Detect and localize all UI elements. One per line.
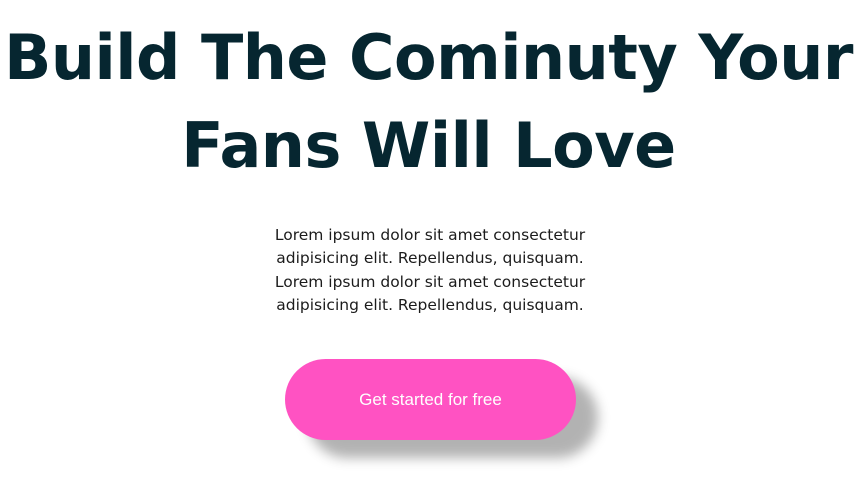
hero-description-line-1: Lorem ipsum dolor sit amet consectetur (274, 226, 586, 244)
hero-headline-line-1: Build The Cominuty Your (4, 21, 853, 94)
hero-headline: Build The Cominuty Your Fans Will Love (0, 14, 857, 190)
hero-description-line-3: Lorem ipsum dolor sit amet consectetur (274, 272, 586, 291)
get-started-button[interactable]: Get started for free (285, 359, 576, 440)
hero-headline-line-2: Fans Will Love (181, 109, 676, 182)
hero-description: Lorem ipsum dolor sit amet consectetur a… (228, 224, 632, 317)
hero-description-line-2: adipisicing elit. Repellendus, quisquam. (276, 249, 584, 268)
hero-description-line-4: adipisicing elit. Repellendus, quisquam. (276, 295, 584, 314)
hero-section: Build The Cominuty Your Fans Will Love L… (0, 0, 857, 483)
